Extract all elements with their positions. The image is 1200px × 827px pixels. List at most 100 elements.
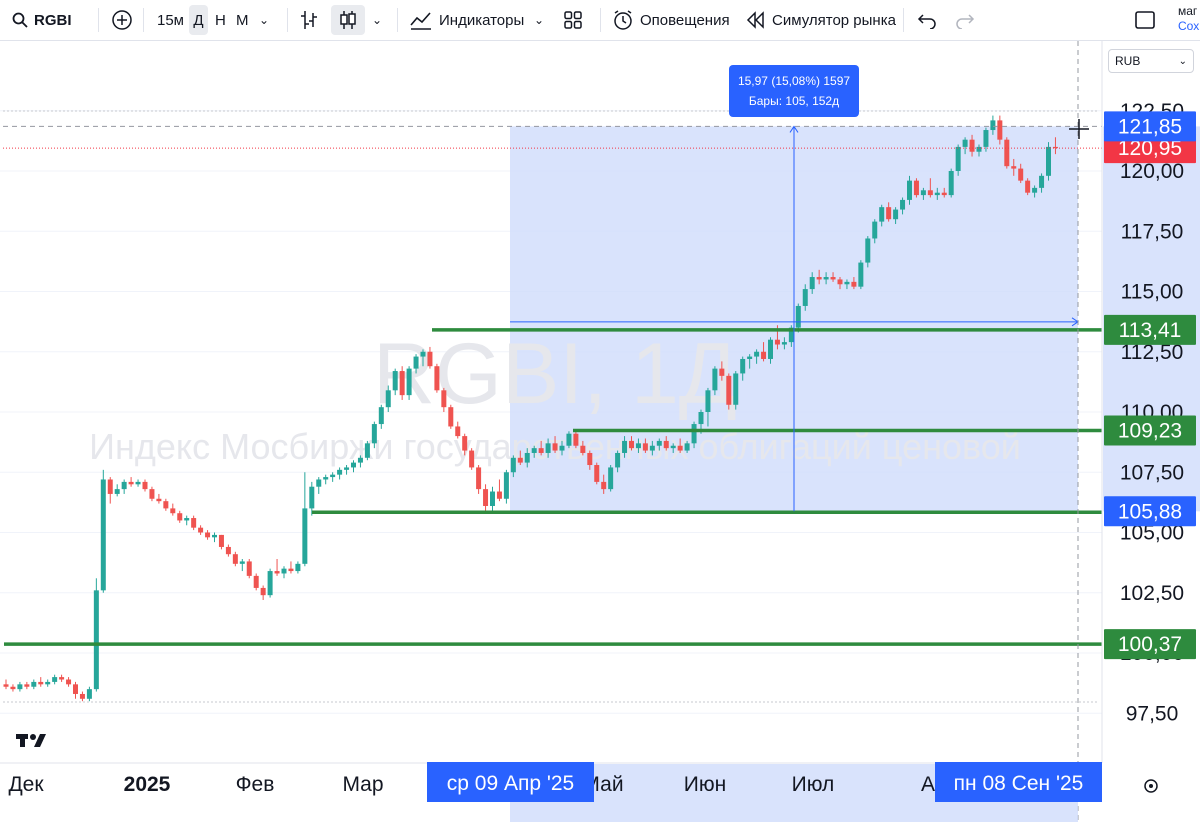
svg-text:пн 08 Сен '25: пн 08 Сен '25 <box>954 772 1084 795</box>
candle-body <box>357 457 363 463</box>
candles-style-button[interactable] <box>331 5 365 35</box>
compare-symbol-button[interactable] <box>111 0 133 40</box>
candle-body <box>490 491 495 506</box>
chart-area[interactable]: RGBI, 1Д Индекс Мосбиржи государственных… <box>0 41 1200 822</box>
search-icon <box>12 12 28 28</box>
layout-menu-button[interactable] <box>1134 0 1156 40</box>
candle <box>733 371 739 410</box>
alerts-button[interactable]: Оповещения <box>612 0 730 40</box>
candle <box>10 684 16 692</box>
top-toolbar: RGBI 15м Д Н М ⌄ ⌄ Индикаторы ⌄ Оповещен… <box>0 0 1200 41</box>
candle-body <box>983 130 989 147</box>
price-tag-level: 100,37 <box>1104 629 1196 660</box>
candle <box>455 421 461 439</box>
candle-body <box>281 568 287 574</box>
candle <box>128 477 134 487</box>
candle-body <box>24 684 30 687</box>
candle-body <box>38 681 44 685</box>
candle-body <box>823 277 829 280</box>
candle-body <box>73 684 78 694</box>
candle-body <box>726 375 732 405</box>
candle-body <box>59 677 65 680</box>
candle-body <box>267 571 273 596</box>
range-start-label: ср 09 Апр '25 <box>427 762 594 802</box>
candle-body <box>232 554 238 564</box>
candle-body <box>1046 146 1051 176</box>
candle <box>503 469 509 504</box>
candle <box>253 573 259 591</box>
currency-dropdown[interactable]: RUB ⌄ <box>1108 49 1194 73</box>
price-tick-label: 117,50 <box>1121 220 1184 243</box>
interval-month[interactable]: М <box>232 0 253 40</box>
price-tick-label: 97,50 <box>1126 702 1179 725</box>
indicators-button[interactable]: Индикаторы <box>409 0 524 40</box>
candle <box>566 431 572 449</box>
candle-body <box>239 561 245 564</box>
candle-body <box>510 457 516 473</box>
divider <box>143 8 144 32</box>
candle-body <box>302 508 308 564</box>
candle-body <box>635 443 641 449</box>
candle-body <box>802 289 808 306</box>
candle-body <box>705 390 711 412</box>
symbol-search-button[interactable]: RGBI <box>12 0 72 40</box>
layouts-button[interactable] <box>563 0 583 40</box>
chart-type-dropdown[interactable]: ⌄ <box>372 0 382 40</box>
settings-icon[interactable] <box>1144 779 1158 793</box>
divider <box>98 8 99 32</box>
tradingview-logo <box>16 734 46 747</box>
candle-body <box>747 356 753 359</box>
candle-body <box>295 563 301 572</box>
chart-svg[interactable]: RGBI, 1Д Индекс Мосбиржи государственных… <box>0 41 1200 822</box>
interval-week[interactable]: Н <box>211 0 230 40</box>
candle-body <box>774 339 780 345</box>
price-tick-label: 120,00 <box>1120 160 1184 183</box>
svg-text:ср 09 Апр '25: ср 09 Апр '25 <box>447 772 574 795</box>
redo-button[interactable] <box>955 0 975 40</box>
candle-body <box>1018 168 1024 181</box>
candle-body <box>865 238 871 263</box>
divider <box>287 8 288 32</box>
candle-body <box>1032 187 1038 193</box>
save-button[interactable]: маг Сохра <box>1178 4 1200 34</box>
candle <box>225 544 231 557</box>
candle-body <box>246 561 252 576</box>
candle <box>490 486 495 511</box>
candles-icon <box>340 11 356 29</box>
rewind-icon <box>746 11 764 29</box>
bar-style-button[interactable] <box>299 0 319 40</box>
candle <box>218 534 224 550</box>
undo-button[interactable] <box>917 0 937 40</box>
candle-body <box>448 407 454 427</box>
time-axis[interactable]: Дек 2025 Фев Мар Май Июн Июл Аср 09 Апр '25 пн 0… <box>8 762 1102 802</box>
candle-body <box>476 467 482 490</box>
candle-body <box>455 426 461 437</box>
candle <box>52 674 58 685</box>
candle-body <box>427 351 433 367</box>
interval-15m[interactable]: 15м <box>153 0 188 40</box>
price-tag-label: 113,41 <box>1119 319 1182 342</box>
candle <box>135 479 141 487</box>
currency-label: RUB <box>1115 54 1141 68</box>
candle <box>483 484 489 511</box>
plus-circle-icon <box>112 10 132 30</box>
interval-day[interactable]: Д <box>189 5 208 35</box>
candle <box>246 559 252 579</box>
candle-body <box>733 373 739 405</box>
candle <box>267 568 273 598</box>
candle-body <box>156 498 162 502</box>
chevron-down-icon: ⌄ <box>1178 55 1187 67</box>
candle-body <box>413 356 419 369</box>
price-tag-label: 105,88 <box>1118 500 1182 523</box>
candle-body <box>837 279 843 285</box>
candle-body <box>934 192 940 196</box>
replay-button[interactable]: Симулятор рынка <box>746 0 896 40</box>
interval-dropdown[interactable]: ⌄ <box>259 0 269 40</box>
alarm-clock-icon <box>614 10 632 30</box>
candle-body <box>642 443 648 451</box>
layout-icon <box>1135 11 1155 29</box>
indicators-dropdown[interactable]: ⌄ <box>534 0 544 40</box>
candle-body <box>830 277 836 280</box>
replay-label: Симулятор рынка <box>772 11 896 29</box>
candle-body <box>573 433 579 446</box>
